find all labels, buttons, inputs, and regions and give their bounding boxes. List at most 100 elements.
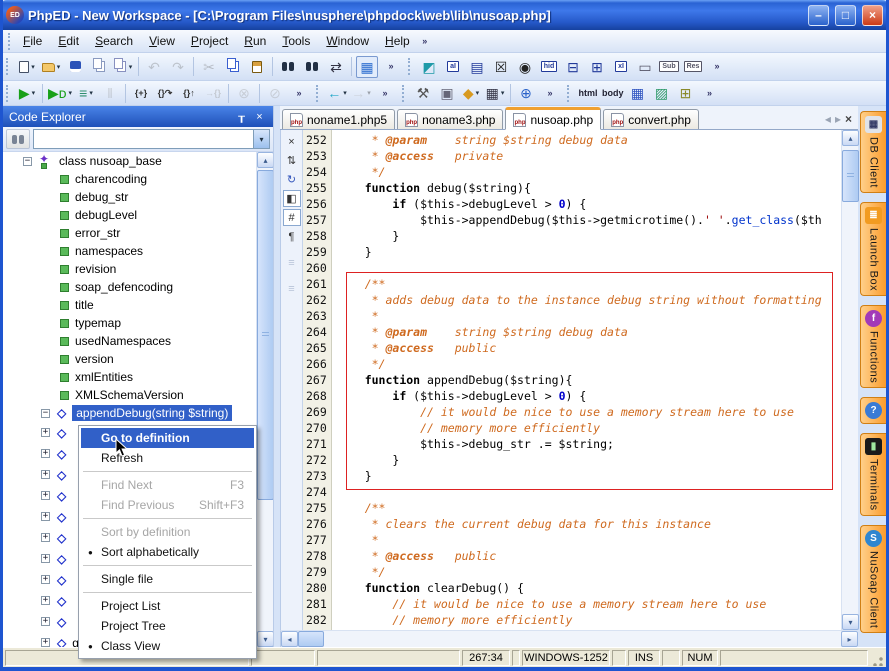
new-file-button[interactable]: ▾	[16, 56, 38, 78]
next-tab-icon[interactable]: ▸	[835, 112, 841, 126]
tree-item-debuglevel[interactable]: debugLevel	[3, 206, 273, 224]
open-file-button[interactable]: ▾	[40, 56, 62, 78]
context-menu-item-single-file[interactable]: Single file	[81, 569, 254, 589]
tree-item-namespaces[interactable]: namespaces	[3, 242, 273, 260]
toolbar-grip[interactable]	[6, 85, 9, 102]
tree-item-typemap[interactable]: typemap	[3, 314, 273, 332]
split-editor-button[interactable]: ⇅	[283, 152, 301, 169]
settings-dialog-button[interactable]: ▣	[436, 82, 458, 104]
gutter-toggle-button[interactable]: ◧	[283, 190, 301, 207]
colors-button[interactable]: ▦▾	[484, 82, 506, 104]
expand-icon[interactable]: +	[41, 512, 50, 521]
scroll-down-button[interactable]: ▾	[257, 631, 273, 647]
copy-button[interactable]	[222, 56, 244, 78]
explorer-find-button[interactable]	[6, 129, 30, 149]
insert-combo-button[interactable]: ⊟	[562, 56, 584, 78]
toolbar-overflow-button[interactable]: »	[699, 82, 721, 104]
collapse-icon[interactable]: −	[23, 157, 32, 166]
menu-view[interactable]: View	[141, 31, 183, 51]
close-editor-button[interactable]: ×	[283, 133, 301, 150]
profiler-button[interactable]: ≡▾	[75, 82, 97, 104]
context-menu-item-go-to-definition[interactable]: Go to definition	[81, 428, 254, 448]
combobox-dropdown-button[interactable]: ▾	[253, 130, 269, 148]
prev-tab-icon[interactable]: ◂	[825, 112, 831, 126]
expand-icon[interactable]: +	[41, 617, 50, 626]
toolbar-grip[interactable]	[402, 85, 405, 102]
insert-submit-button[interactable]: Sub	[658, 56, 680, 78]
toolbar-grip[interactable]	[408, 58, 411, 75]
toolbar-grip[interactable]	[8, 33, 11, 50]
scroll-thumb[interactable]	[842, 150, 859, 202]
tree-item-class-nusoap-base[interactable]: −✦class nusoap_base	[3, 152, 273, 170]
scroll-down-button[interactable]: ▾	[842, 614, 859, 630]
navigate-back-button[interactable]: ←▾	[326, 82, 348, 104]
tree-item-xmlschemaversion[interactable]: XMLSchemaVersion	[3, 386, 273, 404]
expand-icon[interactable]: +	[41, 554, 50, 563]
insert-image-button[interactable]: ▨	[651, 82, 673, 104]
menubar-overflow-button[interactable]: »	[419, 30, 431, 52]
insert-checkbox-button[interactable]: ☒	[490, 56, 512, 78]
menu-tools[interactable]: Tools	[274, 31, 318, 51]
run-button[interactable]: ▶▾	[16, 82, 38, 104]
toolbar-overflow-button[interactable]: »	[288, 82, 310, 104]
tree-item-soap-defencoding[interactable]: soap_defencoding	[3, 278, 273, 296]
insert-image-map-button[interactable]: ⊞	[675, 82, 697, 104]
insert-html-button[interactable]: html	[577, 82, 599, 104]
deploy-button[interactable]: ▾	[112, 56, 134, 78]
tree-item-revision[interactable]: revision	[3, 260, 273, 278]
minimize-button[interactable]: –	[808, 5, 829, 26]
find-button[interactable]	[277, 56, 299, 78]
close-panel-icon[interactable]: ×	[252, 109, 267, 124]
scroll-thumb[interactable]	[257, 170, 273, 500]
insert-radio-button[interactable]: ◉	[514, 56, 536, 78]
tree-item-appenddebug-string-string[interactable]: −◇appendDebug(string $string)	[3, 404, 273, 422]
expand-icon[interactable]: +	[41, 575, 50, 584]
scroll-track[interactable]	[324, 631, 841, 647]
menu-project[interactable]: Project	[183, 31, 236, 51]
context-menu-item-project-list[interactable]: Project List	[81, 596, 254, 616]
step-over-button[interactable]: {}↷	[154, 82, 176, 104]
context-menu-item-project-tree[interactable]: Project Tree	[81, 616, 254, 636]
collapse-icon[interactable]: −	[41, 409, 50, 418]
toolbar-grip[interactable]	[316, 85, 319, 102]
paragraph-marks-button[interactable]: ¶	[283, 228, 301, 245]
scroll-up-button[interactable]: ▴	[842, 130, 859, 146]
insert-hidden-button[interactable]: hid	[538, 56, 560, 78]
insert-text-input-button[interactable]: xI	[610, 56, 632, 78]
menu-file[interactable]: File	[15, 31, 50, 51]
panel-tab-nusoap-client[interactable]: SNuSoap Client	[860, 525, 886, 633]
save-all-button[interactable]	[88, 56, 110, 78]
panel-tab-help-icon[interactable]: ?	[860, 397, 886, 424]
scroll-left-button[interactable]: ◂	[281, 631, 298, 647]
paste-button[interactable]	[246, 56, 268, 78]
line-numbers-button[interactable]: #	[283, 209, 301, 226]
close-button[interactable]: ×	[862, 5, 883, 26]
highlighter-button[interactable]: ◆▾	[460, 82, 482, 104]
find-next-button[interactable]	[301, 56, 323, 78]
tree-item-error-str[interactable]: error_str	[3, 224, 273, 242]
tab-noname3-php[interactable]: phpnoname3.php	[397, 109, 503, 129]
insert-listbox-button[interactable]: ▤	[466, 56, 488, 78]
expand-icon[interactable]: +	[41, 428, 50, 437]
toolbar-overflow-button[interactable]: »	[539, 82, 561, 104]
scroll-right-button[interactable]: ▸	[841, 631, 858, 647]
zoom-button[interactable]: ⊕	[515, 82, 537, 104]
insert-label-button[interactable]: aI	[442, 56, 464, 78]
menu-help[interactable]: Help	[377, 31, 418, 51]
tab-nusoap-php[interactable]: phpnusoap.php	[505, 107, 601, 130]
tab-convert-php[interactable]: phpconvert.php	[603, 109, 699, 129]
insert-button-button[interactable]: ▭	[634, 56, 656, 78]
panel-tab-launch-box[interactable]: ≣Launch Box	[860, 202, 886, 296]
panel-tab-db-client[interactable]: ▦DB Client	[860, 111, 886, 193]
explorer-filter-input[interactable]	[34, 130, 253, 148]
toolbar-overflow-button[interactable]: »	[706, 56, 728, 78]
menu-window[interactable]: Window	[318, 31, 377, 51]
menu-run[interactable]: Run	[236, 31, 274, 51]
pin-icon[interactable]: ┰	[234, 109, 249, 124]
tree-item-xmlentities[interactable]: xmlEntities	[3, 368, 273, 386]
maximize-button[interactable]: □	[835, 5, 856, 26]
toolbar-overflow-button[interactable]: »	[380, 56, 402, 78]
insert-list-button[interactable]: ⊞	[586, 56, 608, 78]
scroll-up-button[interactable]: ▴	[257, 152, 273, 168]
scroll-thumb[interactable]	[298, 631, 324, 647]
